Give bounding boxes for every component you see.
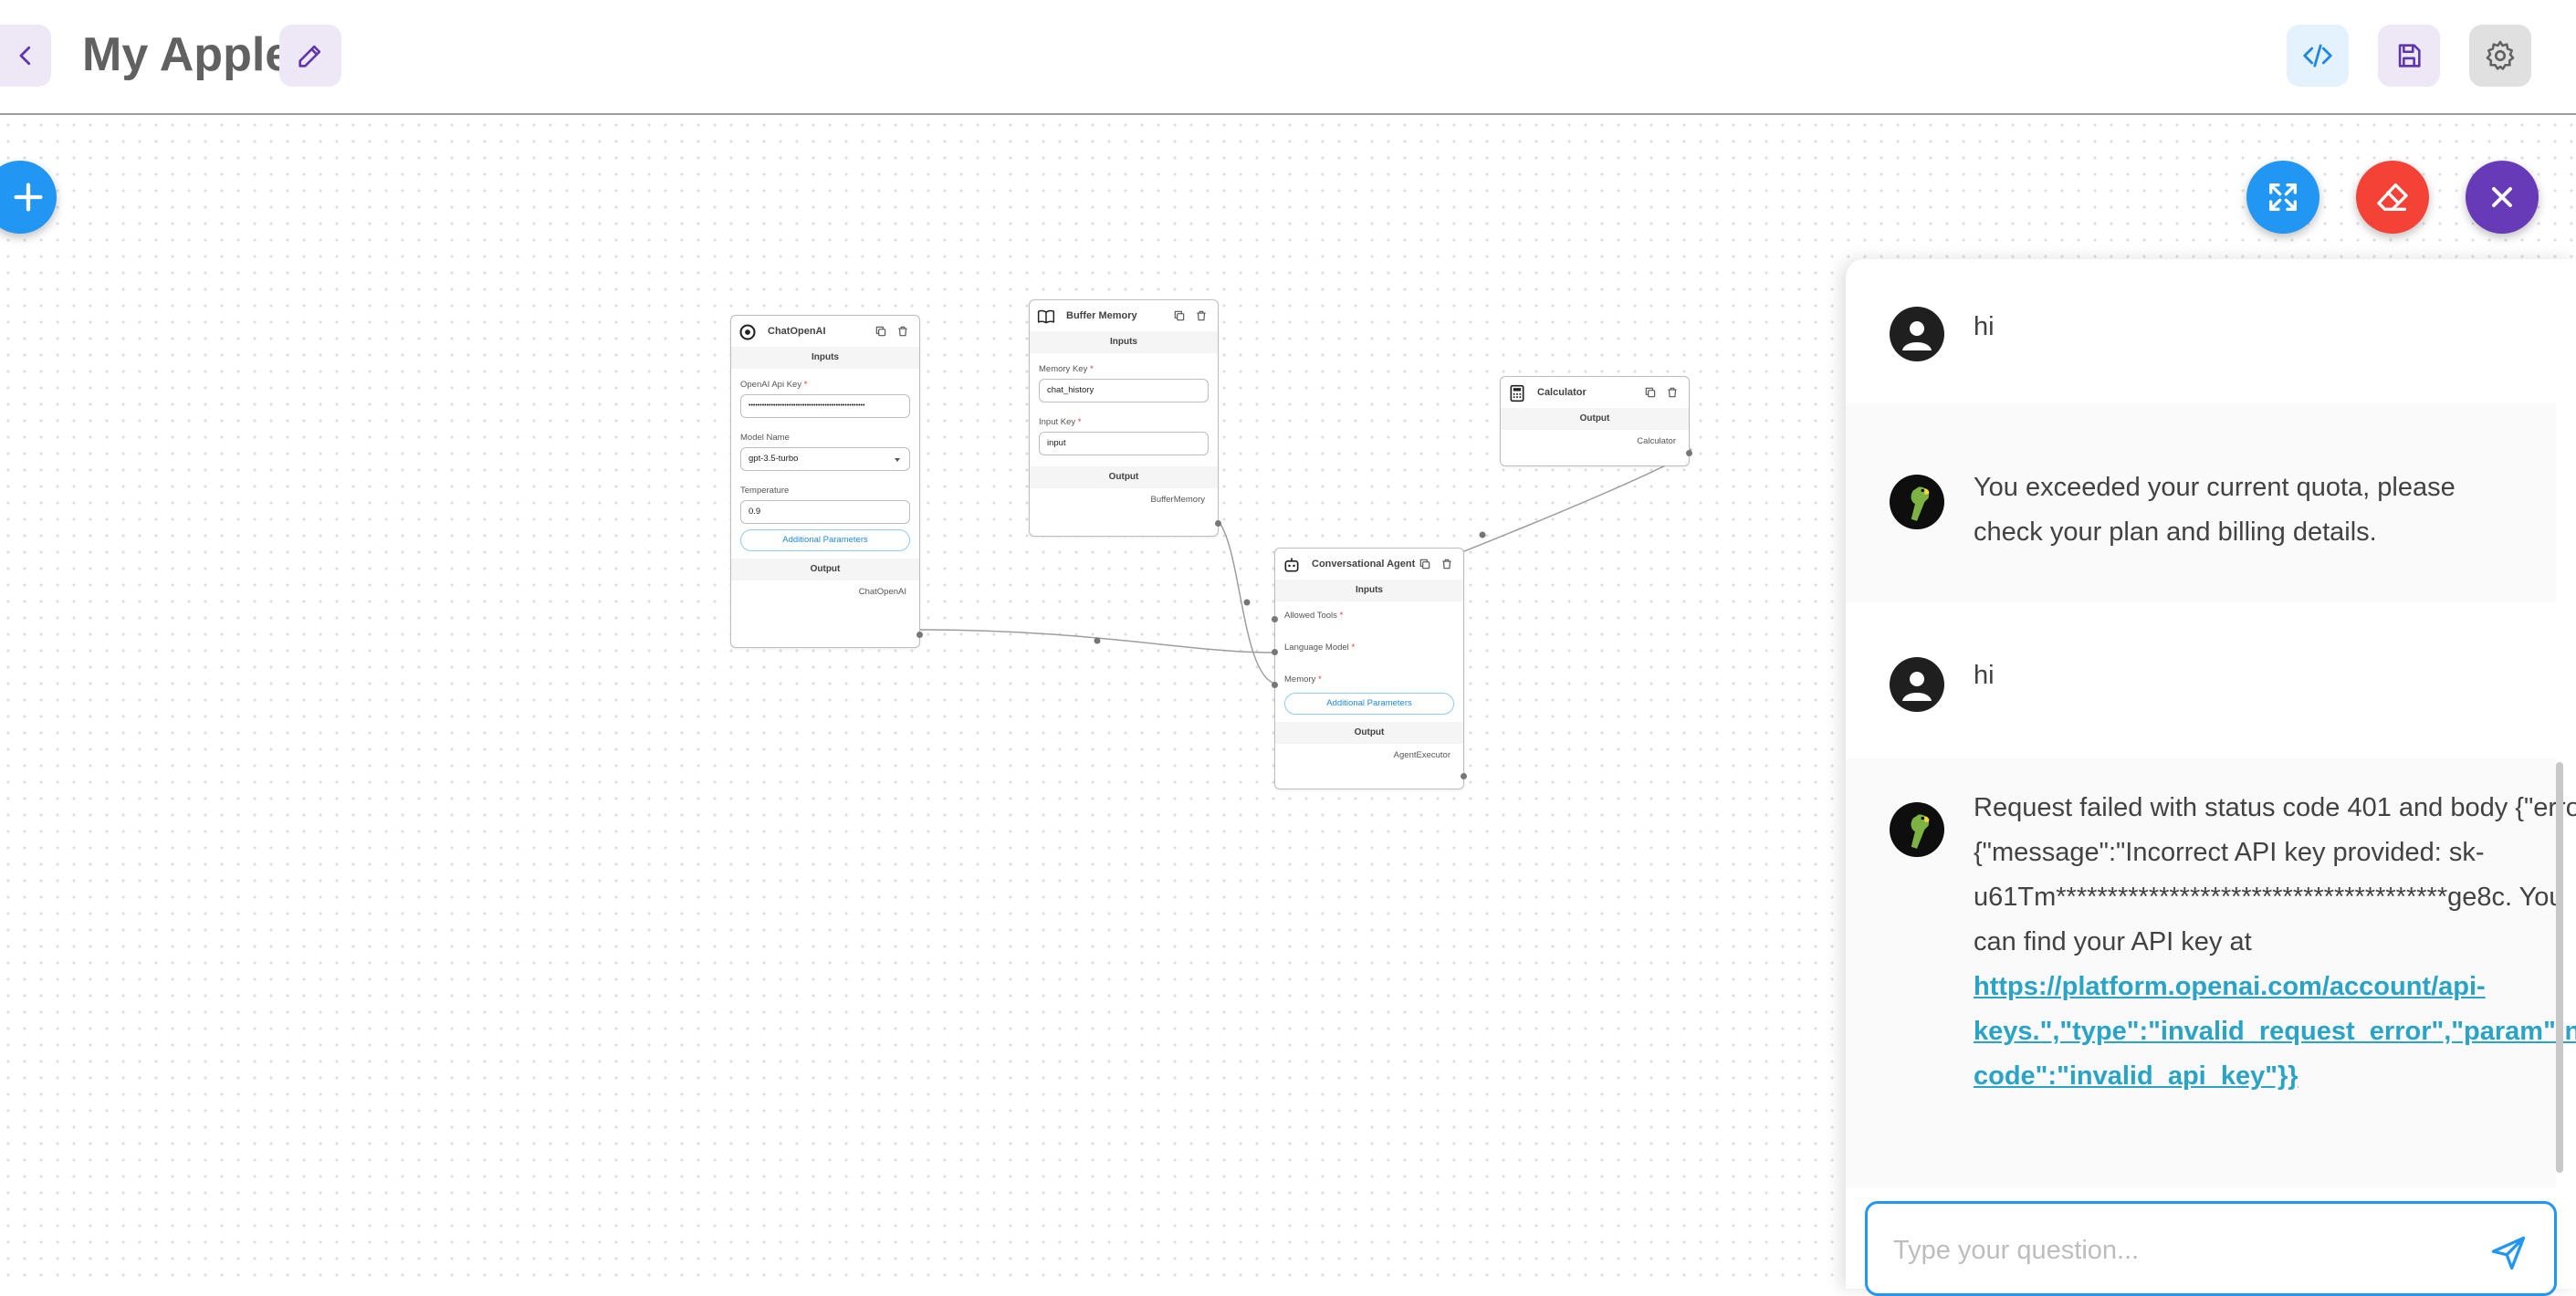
node-title: Buffer Memory xyxy=(1066,310,1137,321)
allowed-tools-handle[interactable] xyxy=(1272,616,1278,622)
message-text: hi xyxy=(1974,312,1995,341)
node-title: ChatOpenAI xyxy=(768,326,826,337)
memory-handle[interactable] xyxy=(1272,682,1278,688)
output-handle[interactable] xyxy=(1215,520,1221,527)
user-avatar xyxy=(1890,657,1944,712)
chat-input-box[interactable] xyxy=(1865,1201,2557,1296)
language-model-handle[interactable] xyxy=(1272,649,1278,655)
bot-avatar xyxy=(1890,475,1944,529)
view-code-button[interactable] xyxy=(2287,25,2349,87)
message-text: Request failed with status code 401 and … xyxy=(1974,786,2576,1099)
inputs-section-label: Inputs xyxy=(731,347,919,369)
chat-question-input[interactable] xyxy=(1891,1229,2443,1271)
output-handle[interactable] xyxy=(916,632,923,638)
person-icon xyxy=(1902,672,1932,701)
expand-chat-button[interactable] xyxy=(2246,161,2319,234)
model-name-select[interactable]: gpt-3.5-turbo xyxy=(740,447,910,471)
trash-icon[interactable] xyxy=(1440,558,1453,570)
parrot-icon xyxy=(1911,814,1930,849)
memory-label: Memory * xyxy=(1284,674,1322,685)
chat-message-user: hi xyxy=(1846,602,2556,747)
allowed-tools-label: Allowed Tools * xyxy=(1284,611,1344,621)
message-text: hi xyxy=(1974,661,1995,690)
save-icon xyxy=(2398,44,2421,68)
close-icon xyxy=(2492,187,2512,207)
robot-icon xyxy=(1284,558,1299,572)
chat-scrollbar[interactable] xyxy=(2556,762,2563,1173)
page-title: My Apple xyxy=(82,28,292,81)
api-key-input[interactable]: ••••••••••••••••••••••••••••••••••••••••… xyxy=(740,394,910,418)
copy-icon[interactable] xyxy=(1644,386,1657,399)
copy-icon[interactable] xyxy=(874,325,887,338)
close-chat-button[interactable] xyxy=(2466,161,2539,234)
output-name: Calculator xyxy=(1637,436,1676,446)
app-header: My Apple xyxy=(0,0,2576,115)
trash-icon[interactable] xyxy=(1666,386,1679,399)
input-key-input[interactable]: input xyxy=(1039,432,1209,455)
edit-title-button[interactable] xyxy=(279,25,341,87)
language-model-label: Language Model * xyxy=(1284,643,1356,653)
chat-message-user: hi xyxy=(1846,259,2556,402)
api-keys-link[interactable]: https://platform.openai.com/account/api- xyxy=(1974,965,2576,1009)
save-button[interactable] xyxy=(2378,25,2440,87)
output-handle[interactable] xyxy=(1686,450,1692,456)
temperature-input[interactable]: 0.9 xyxy=(740,500,910,524)
inputs-section-label: Inputs xyxy=(1030,331,1218,353)
temperature-label: Temperature xyxy=(740,486,790,496)
gear-icon xyxy=(2486,40,2515,70)
pencil-icon xyxy=(298,45,321,68)
settings-button[interactable] xyxy=(2469,25,2531,87)
clear-chat-button[interactable] xyxy=(2356,161,2429,234)
node-buffer-memory[interactable]: Buffer Memory Inputs Memory Key * chat_h… xyxy=(1029,299,1221,537)
eraser-icon xyxy=(2377,183,2408,211)
send-icon[interactable] xyxy=(2488,1233,2529,1273)
input-key-label: Input Key * xyxy=(1039,417,1082,427)
additional-parameters-button[interactable]: Additional Parameters xyxy=(740,529,910,551)
output-name: ChatOpenAI xyxy=(858,587,906,597)
person-icon xyxy=(1902,321,1932,350)
output-section-label: Output xyxy=(1501,408,1689,430)
memory-key-input[interactable]: chat_history xyxy=(1039,379,1209,402)
back-button[interactable] xyxy=(0,25,51,87)
copy-icon[interactable] xyxy=(1419,558,1431,570)
chat-panel: hi You exceeded your current quota, plea… xyxy=(1846,259,2576,1289)
book-icon xyxy=(1037,309,1055,324)
node-chatopenai[interactable]: ChatOpenAI Inputs OpenAI Api Key * •••••… xyxy=(730,315,923,648)
output-section-label: Output xyxy=(1030,466,1218,488)
api-keys-link[interactable]: code":"invalid_api_key"}} xyxy=(1974,1054,2576,1099)
api-key-label: OpenAI Api Key * xyxy=(740,380,808,390)
calculator-icon xyxy=(1510,384,1524,402)
node-title: Conversational Agent xyxy=(1312,559,1416,570)
node-calculator[interactable]: Calculator Output Calculator xyxy=(1500,376,1692,466)
plus-icon xyxy=(14,183,43,212)
chat-message-bot: Request failed with status code 401 and … xyxy=(1846,758,2576,1187)
trash-icon[interactable] xyxy=(896,325,909,338)
memory-key-label: Memory Key * xyxy=(1039,364,1094,374)
caret-down-icon xyxy=(895,458,900,462)
chevron-left-icon xyxy=(19,46,31,66)
node-conversational-agent[interactable]: Conversational Agent Inputs Allowed Tool… xyxy=(1272,548,1467,789)
copy-icon[interactable] xyxy=(1173,309,1186,322)
output-section-label: Output xyxy=(1275,722,1463,744)
output-name: BufferMemory xyxy=(1150,495,1205,505)
api-keys-link[interactable]: keys.","type":"invalid_request_error","p… xyxy=(1974,1009,2576,1054)
message-text: You exceeded your current quota, please … xyxy=(1974,473,2456,547)
output-section-label: Output xyxy=(731,559,919,580)
node-title: Calculator xyxy=(1537,387,1586,398)
inputs-section-label: Inputs xyxy=(1275,580,1463,601)
parrot-icon xyxy=(1911,486,1930,521)
additional-parameters-button[interactable]: Additional Parameters xyxy=(1284,693,1454,715)
user-avatar xyxy=(1890,307,1944,361)
output-name: AgentExecutor xyxy=(1393,750,1450,760)
model-name-label: Model Name xyxy=(740,433,790,443)
code-icon xyxy=(2303,44,2332,68)
openai-icon xyxy=(739,324,756,340)
bot-avatar xyxy=(1890,802,1944,857)
output-handle[interactable] xyxy=(1461,773,1467,779)
expand-icon xyxy=(2269,183,2297,211)
trash-icon[interactable] xyxy=(1195,309,1208,322)
chat-message-bot: You exceeded your current quota, please … xyxy=(1846,403,2556,602)
